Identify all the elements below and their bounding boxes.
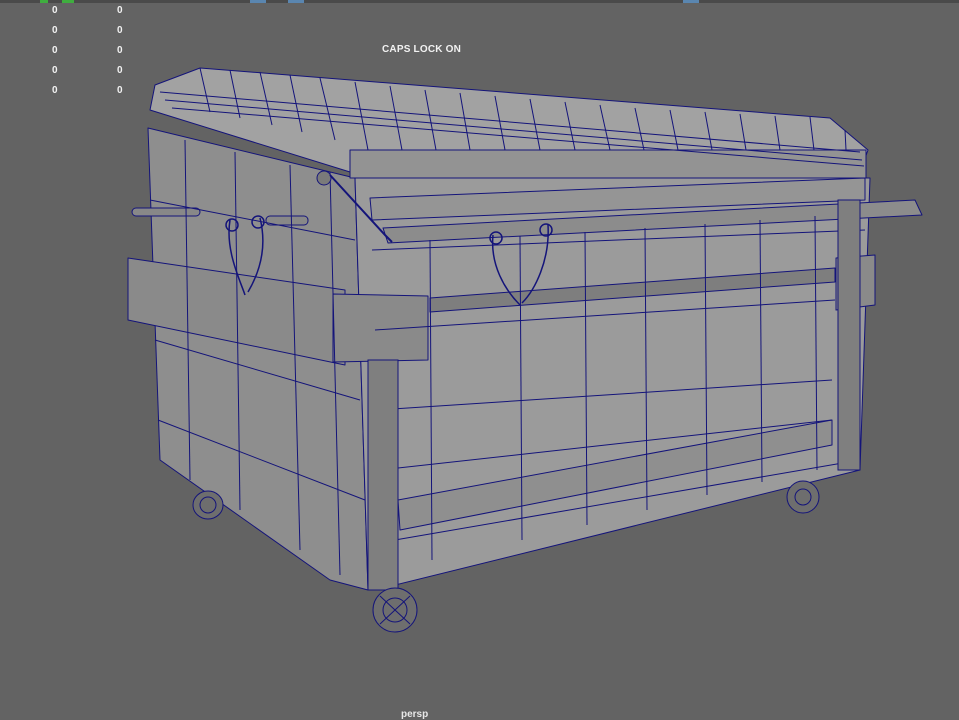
- hud-value: 0: [117, 25, 123, 36]
- hud-value: 0: [117, 45, 123, 56]
- wheel-front-right: [786, 480, 820, 514]
- hud-value: 0: [117, 5, 123, 16]
- wheel-front-left: [372, 587, 418, 633]
- wheel-back-left: [192, 490, 224, 520]
- hud-value: 0: [52, 85, 58, 96]
- hud-value: 0: [117, 85, 123, 96]
- hud-value: 0: [52, 45, 58, 56]
- hud-value: 0: [52, 65, 58, 76]
- viewport-canvas[interactable]: [0, 0, 959, 717]
- hud-value: 0: [52, 5, 58, 16]
- hud-value: 0: [117, 65, 123, 76]
- hud-value: 0: [52, 25, 58, 36]
- caps-lock-indicator: CAPS LOCK ON: [382, 44, 462, 55]
- camera-label: persp: [401, 709, 429, 720]
